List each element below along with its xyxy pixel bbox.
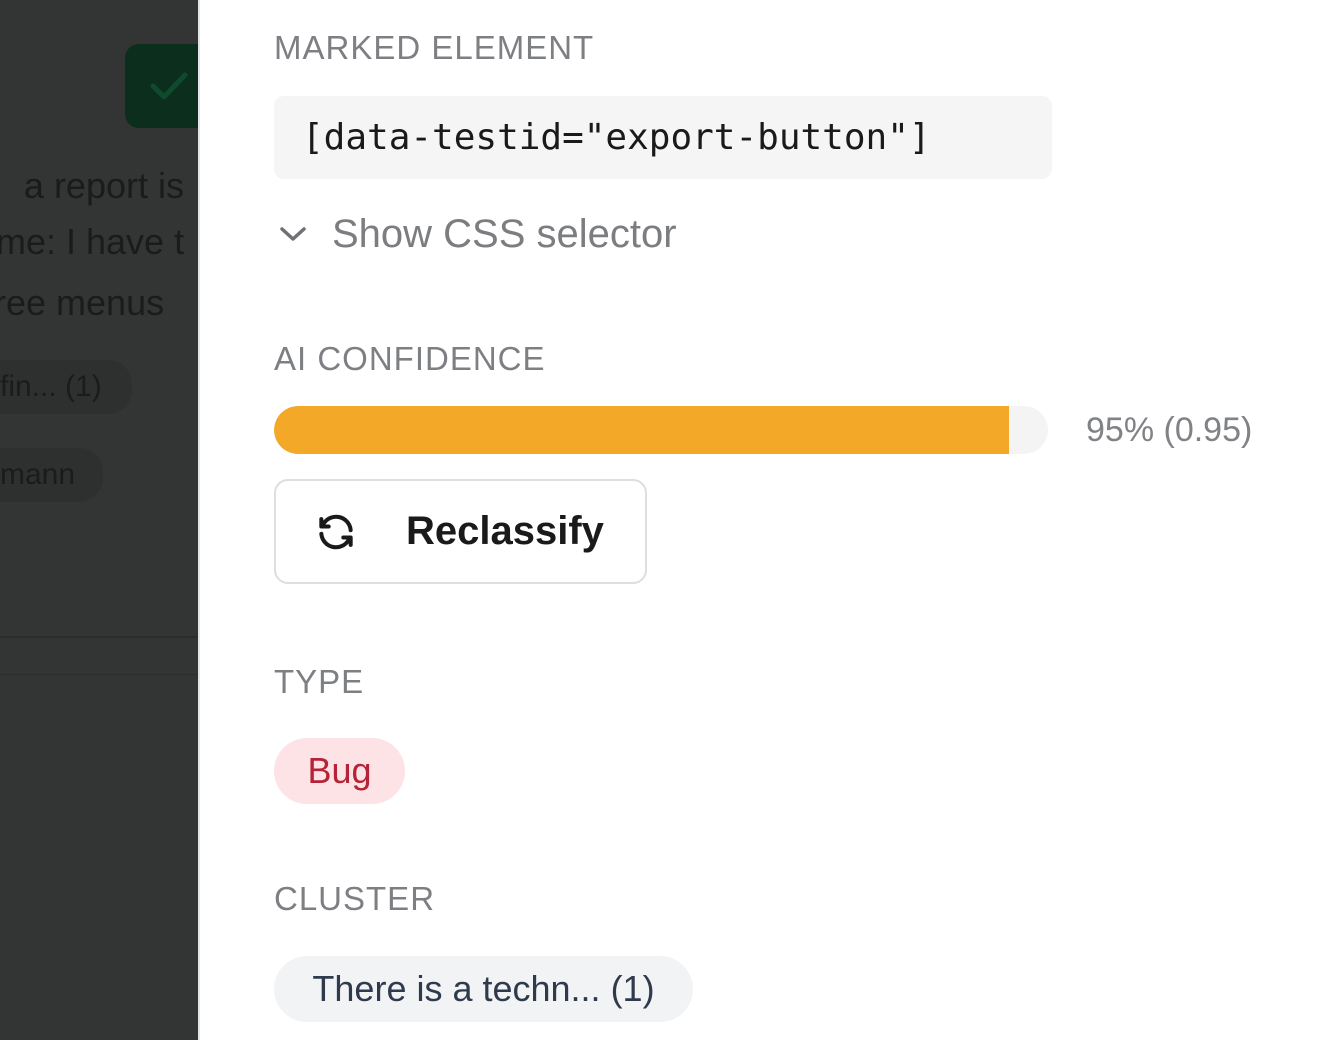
background-text-line: a report is — [23, 165, 184, 206]
background-text-line: me: I have t — [0, 221, 185, 262]
cluster-heading: CLUSTER — [274, 880, 436, 917]
reclassify-button[interactable]: Reclassify — [274, 479, 647, 584]
confidence-value: 95% (0.95) — [1086, 411, 1253, 449]
cluster-chip[interactable]: There is a techn... (1) — [274, 956, 693, 1022]
marked-element-selector: [data-testid="export-button"] — [274, 96, 1052, 179]
background-divider — [0, 636, 198, 638]
check-icon — [150, 72, 188, 100]
background-page-overlay[interactable]: a report is me: I have t ree menus fin..… — [0, 0, 198, 1040]
background-chip: fin... (1) — [0, 360, 132, 414]
detail-panel: MARKED ELEMENT [data-testid="export-butt… — [198, 0, 1344, 1040]
type-badge: Bug — [274, 738, 405, 804]
cluster-chip-label: There is a techn... (1) — [312, 968, 655, 1009]
show-css-selector-toggle[interactable]: Show CSS selector — [278, 210, 677, 258]
background-text-line: ree menus — [0, 282, 165, 323]
refresh-icon — [319, 514, 353, 549]
app-root: a report is me: I have t ree menus fin..… — [0, 0, 1344, 1040]
show-css-selector-label: Show CSS selector — [332, 211, 677, 256]
background-chip: mann — [0, 448, 104, 502]
confidence-bar — [274, 406, 1048, 454]
ai-confidence-heading: AI CONFIDENCE — [274, 340, 546, 377]
reclassify-label: Reclassify — [406, 509, 604, 553]
marked-element-heading: MARKED ELEMENT — [274, 29, 595, 66]
background-check-button — [125, 44, 198, 128]
confidence-bar-fill — [274, 406, 1010, 454]
selector-text: [data-testid="export-button"] — [302, 117, 931, 158]
chevron-down-icon — [280, 227, 306, 241]
type-badge-label: Bug — [307, 750, 372, 791]
type-heading: TYPE — [274, 663, 365, 700]
background-divider — [0, 674, 198, 675]
